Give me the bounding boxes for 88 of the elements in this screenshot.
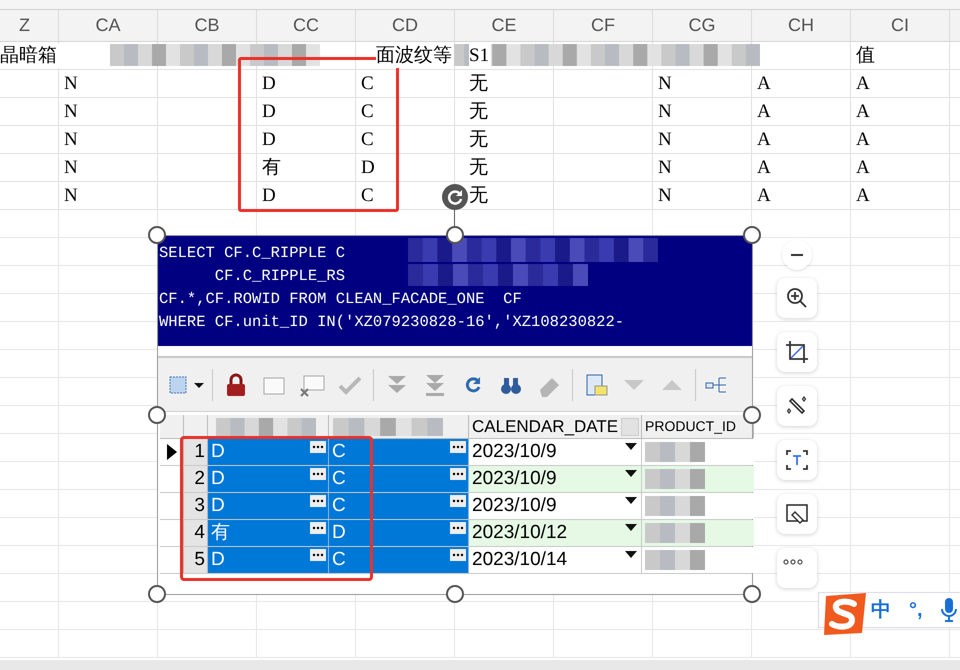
ellipsis-icon xyxy=(312,472,324,476)
pasted-screenshot[interactable] xyxy=(157,235,753,595)
grid-cell[interactable]: D xyxy=(208,466,329,492)
ellipsis-icon xyxy=(452,499,464,503)
row-number: 1 xyxy=(184,439,208,465)
ellipsis-button[interactable] xyxy=(310,441,326,453)
crop-icon xyxy=(785,340,809,364)
column-header[interactable]: Z xyxy=(19,12,30,39)
grid-cell[interactable]: D xyxy=(208,439,329,465)
dropdown-icon[interactable] xyxy=(625,551,637,559)
cell-text: 面波纹等 xyxy=(376,44,454,68)
resize-handle[interactable] xyxy=(148,226,166,244)
blur-mask xyxy=(645,469,705,489)
blur-mask xyxy=(645,496,705,516)
row-number: 2 xyxy=(184,466,208,492)
resize-handle[interactable] xyxy=(148,585,166,603)
ellipsis-button[interactable] xyxy=(310,468,326,480)
column-header[interactable]: CB xyxy=(194,12,220,39)
tool-button[interactable] xyxy=(777,494,817,534)
dropdown-icon[interactable] xyxy=(625,497,637,505)
resize-handle[interactable] xyxy=(743,406,761,424)
column-header[interactable]: CC xyxy=(293,12,319,39)
tool-button[interactable] xyxy=(777,440,817,480)
grid-cell[interactable]: C xyxy=(329,466,469,492)
grid-cell[interactable]: D xyxy=(208,493,329,519)
ellipsis-button[interactable] xyxy=(450,468,466,480)
current-row-icon xyxy=(166,444,176,460)
ellipsis-icon xyxy=(312,526,324,530)
ellipsis-button[interactable] xyxy=(310,495,326,507)
zoom-in-icon xyxy=(785,286,809,310)
dropdown-icon[interactable] xyxy=(625,524,637,532)
ellipsis-icon xyxy=(312,445,324,449)
grid-cell[interactable]: D xyxy=(329,520,469,546)
ellipsis-icon xyxy=(312,499,324,503)
column-header[interactable]: CA xyxy=(95,12,120,39)
ellipsis-button[interactable] xyxy=(450,495,466,507)
column-header[interactable]: CG xyxy=(688,12,716,39)
ellipsis-icon xyxy=(312,553,324,557)
microphone-icon[interactable] xyxy=(940,597,957,623)
grid-cell[interactable]: 2023/10/9 xyxy=(469,466,642,492)
grid-cell[interactable]: C xyxy=(329,547,469,573)
tool-button[interactable] xyxy=(777,278,817,318)
sql-line: CF.*,CF.ROWID FROM CLEAN_FACADE_ONE CF xyxy=(159,289,522,310)
sql-line: CF.C_RIPPLE_RS xyxy=(214,266,346,287)
resize-handle[interactable] xyxy=(148,406,166,424)
more-icon xyxy=(783,559,803,565)
punctuation-toggle[interactable]: °, xyxy=(909,595,923,625)
column-header[interactable]: CF xyxy=(591,12,615,39)
blur-mask xyxy=(645,523,705,543)
sql-line: WHERE CF.unit_ID IN('XZ079230828-16','XZ108230822- xyxy=(159,312,624,333)
column-header[interactable]: CI xyxy=(891,12,909,39)
dropdown-icon[interactable] xyxy=(625,470,637,478)
grid-cell[interactable]: C xyxy=(329,439,469,465)
grid-cell[interactable]: D xyxy=(208,547,329,573)
ellipsis-button[interactable] xyxy=(450,522,466,534)
cell-text: 晶暗箱 xyxy=(0,44,59,68)
blur-mask xyxy=(645,442,705,462)
ellipsis-icon xyxy=(452,472,464,476)
cell-text: S1 xyxy=(469,44,492,68)
grid-cell[interactable]: C xyxy=(329,493,469,519)
tool-button[interactable] xyxy=(777,332,817,372)
rotate-icon[interactable] xyxy=(441,183,469,211)
row-number: 4 xyxy=(184,520,208,546)
input-mode-toggle[interactable]: 中 xyxy=(871,595,891,625)
grid-cell[interactable]: 有 xyxy=(208,520,329,546)
ellipsis-button[interactable] xyxy=(450,549,466,561)
tool-button[interactable] xyxy=(777,386,817,426)
ellipsis-icon xyxy=(452,526,464,530)
ellipsis-button[interactable] xyxy=(310,522,326,534)
resize-handle[interactable] xyxy=(743,226,761,244)
resize-handle[interactable] xyxy=(743,585,761,603)
grid-cell[interactable]: 2023/10/12 xyxy=(469,520,642,546)
row-number: 3 xyxy=(184,493,208,519)
resize-handle[interactable] xyxy=(446,226,464,244)
ellipsis-button[interactable] xyxy=(450,441,466,453)
column-header[interactable]: CH xyxy=(788,12,814,39)
ellipsis-button[interactable] xyxy=(310,549,326,561)
column-header[interactable]: CD xyxy=(392,12,418,39)
dropdown-icon[interactable] xyxy=(625,443,637,451)
blur-mask xyxy=(645,550,705,570)
zoom-out-icon[interactable] xyxy=(782,240,812,270)
ellipsis-icon xyxy=(452,445,464,449)
column-header[interactable]: CE xyxy=(491,12,516,39)
grid-column-header[interactable]: CALENDAR_DATE xyxy=(469,415,642,438)
sql-line: SELECT CF.C_RIPPLE C xyxy=(159,243,346,264)
text-scan-icon xyxy=(785,448,809,472)
row-number: 5 xyxy=(184,547,208,573)
ellipsis-icon xyxy=(452,553,464,557)
